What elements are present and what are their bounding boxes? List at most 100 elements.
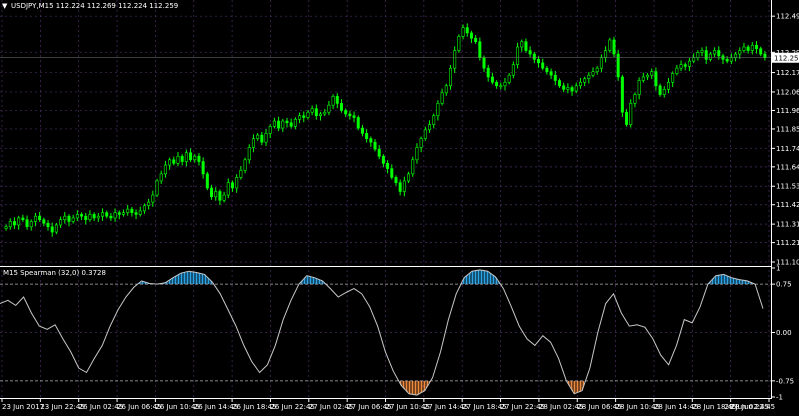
candle-body (692, 57, 696, 62)
candle-body (377, 148, 381, 157)
chart-dropdown-icon[interactable]: ▼ (2, 2, 8, 10)
candle-body (725, 59, 729, 62)
candle-body (662, 89, 666, 95)
candle-body (574, 85, 578, 92)
candle-body (12, 221, 16, 226)
candle-body (84, 215, 88, 221)
candle-body (134, 212, 138, 215)
indicator-label: -0.75 (776, 377, 794, 385)
candle-body (650, 71, 654, 76)
candle-body (763, 53, 767, 58)
candle-body (205, 173, 209, 189)
candle-body (50, 226, 54, 233)
candle-body (126, 208, 130, 213)
candle-body (541, 62, 545, 69)
candle-body (570, 87, 574, 92)
candle-body (33, 215, 37, 222)
candle-body (683, 64, 687, 67)
candle-body (679, 64, 683, 69)
price-label: 112.065 (776, 88, 799, 96)
candle-body (80, 214, 84, 217)
price-label: 112.495 (776, 13, 799, 21)
candle-body (109, 215, 113, 219)
candle-body (755, 44, 759, 50)
candle-body (637, 80, 641, 95)
candle-body (620, 76, 624, 113)
chart-canvas[interactable]: 112.495112.290112.175112.065111.960111.8… (0, 0, 799, 412)
candle-body (641, 76, 645, 81)
candle-body (415, 147, 419, 161)
price-label: 111.530 (776, 183, 799, 191)
candle-body (264, 133, 268, 143)
candle-body (587, 74, 591, 80)
price-tag-label: 112.259 (774, 54, 799, 62)
candle-body (130, 208, 134, 213)
candle-body (46, 222, 50, 228)
candle-body (578, 81, 582, 87)
candle-body (591, 71, 595, 76)
candle-body (532, 53, 536, 60)
candle-body (331, 96, 335, 106)
candle-body (604, 50, 608, 58)
candle-body (189, 152, 193, 161)
candle-body (612, 39, 616, 55)
candle-body (713, 50, 717, 55)
candle-body (314, 108, 318, 117)
candle-body (142, 205, 146, 212)
candle-body (293, 118, 297, 127)
price-label: 111.425 (776, 201, 799, 209)
candle-body (17, 217, 21, 226)
candle-body (352, 115, 356, 118)
candle-body (469, 32, 473, 39)
candle-body (163, 164, 167, 175)
candle-body (537, 59, 541, 64)
candle-body (172, 159, 176, 164)
candle-body (390, 168, 394, 178)
candle-body (21, 217, 25, 221)
candle-body (369, 138, 373, 143)
candle-body (151, 194, 155, 203)
candle-body (323, 111, 327, 115)
candle-body (302, 115, 306, 118)
candle-body (113, 212, 117, 219)
candle-body (201, 161, 205, 175)
candle-body (235, 177, 239, 189)
candle-body (562, 85, 566, 90)
chart-background (0, 0, 799, 412)
mt4-chart-window[interactable]: 112.495112.290112.175112.065111.960111.8… (0, 0, 799, 412)
candle-body (495, 81, 499, 87)
indicator-label: 1 (776, 265, 780, 273)
candle-body (356, 117, 360, 129)
candle-body (218, 191, 222, 201)
candle-body (608, 39, 612, 51)
candle-body (71, 217, 75, 222)
candle-body (268, 126, 272, 134)
candle-body (96, 215, 100, 219)
candle-body (121, 212, 125, 215)
price-label: 111.210 (776, 239, 799, 247)
candle-body (348, 113, 352, 117)
candle-body (394, 177, 398, 183)
candle-body (117, 212, 121, 215)
indicator-label: -1 (776, 394, 783, 402)
candle-body (8, 221, 12, 228)
chart-header: USDJPY,M15 112.224 112.269 112.224 112.2… (11, 2, 178, 10)
candle-body (25, 219, 29, 228)
candle-body (29, 221, 33, 228)
candle-body (499, 85, 503, 88)
candle-body (193, 155, 197, 161)
candle-body (38, 215, 42, 221)
candle-body (428, 124, 432, 131)
price-label: 111.855 (776, 125, 799, 133)
candle-body (335, 96, 339, 104)
candle-body (675, 67, 679, 74)
candle-body (214, 191, 218, 198)
candle-body (42, 219, 46, 224)
candle-body (557, 80, 561, 87)
candle-body (251, 138, 255, 148)
candle-body (54, 224, 58, 233)
candle-body (306, 111, 310, 118)
candle-body (616, 53, 620, 78)
candle-body (432, 115, 436, 125)
indicator-header: M15 Spearman (32,0) 0.3728 (3, 269, 106, 277)
